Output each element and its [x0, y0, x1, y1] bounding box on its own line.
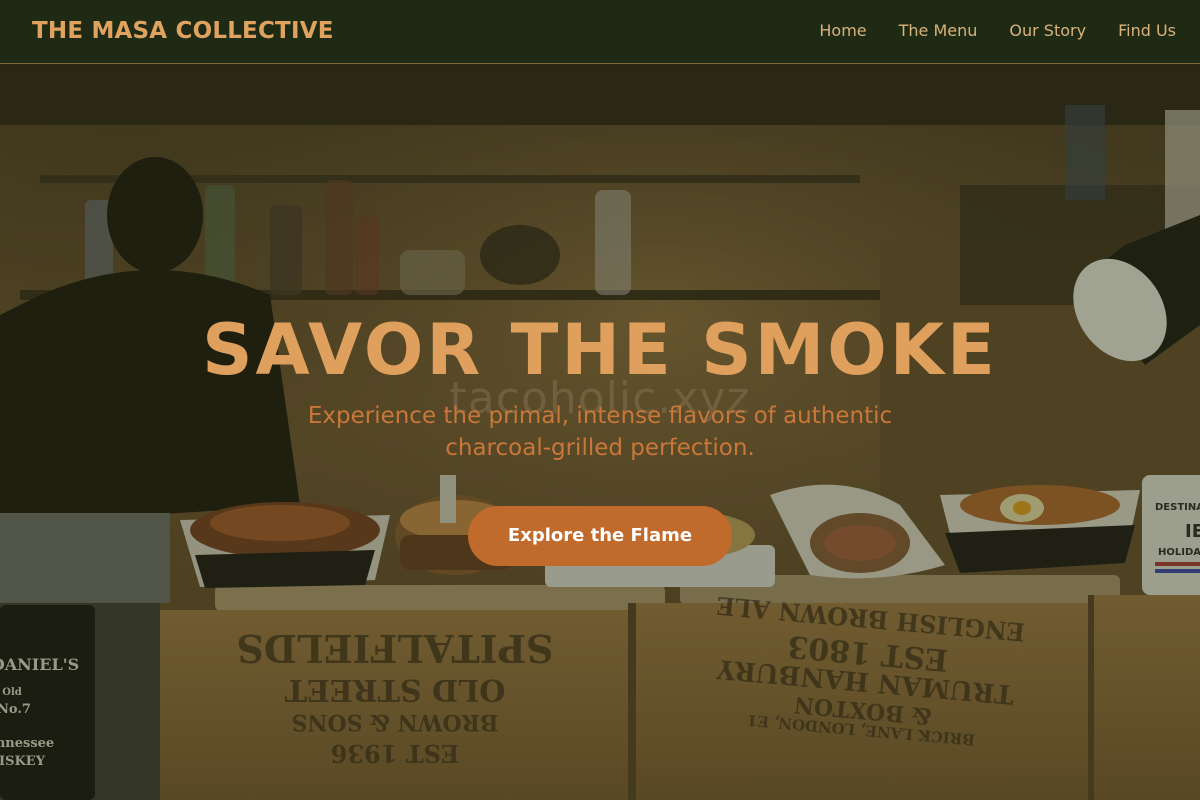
nav-link-find-us[interactable]: Find Us	[1118, 20, 1176, 42]
brand-logo[interactable]: THE MASA COLLECTIVE	[32, 16, 334, 46]
nav-link-menu[interactable]: The Menu	[899, 20, 978, 42]
page: THE MASA COLLECTIVE Home The Menu Our St…	[0, 0, 1200, 800]
nav-link-our-story[interactable]: Our Story	[1009, 20, 1086, 42]
hero-section: EST 1936 BROWN & SONS OLD STREET SPITALF…	[0, 65, 1200, 800]
explore-cta-button[interactable]: Explore the Flame	[468, 506, 732, 566]
hero-title: SAVOR THE SMOKE	[202, 309, 998, 391]
hero-subtitle: Experience the primal, intense flavors o…	[307, 403, 893, 461]
nav-links: Home The Menu Our Story Find Us	[819, 20, 1176, 42]
nav-link-home[interactable]: Home	[819, 20, 866, 42]
navbar: THE MASA COLLECTIVE Home The Menu Our St…	[0, 0, 1200, 64]
